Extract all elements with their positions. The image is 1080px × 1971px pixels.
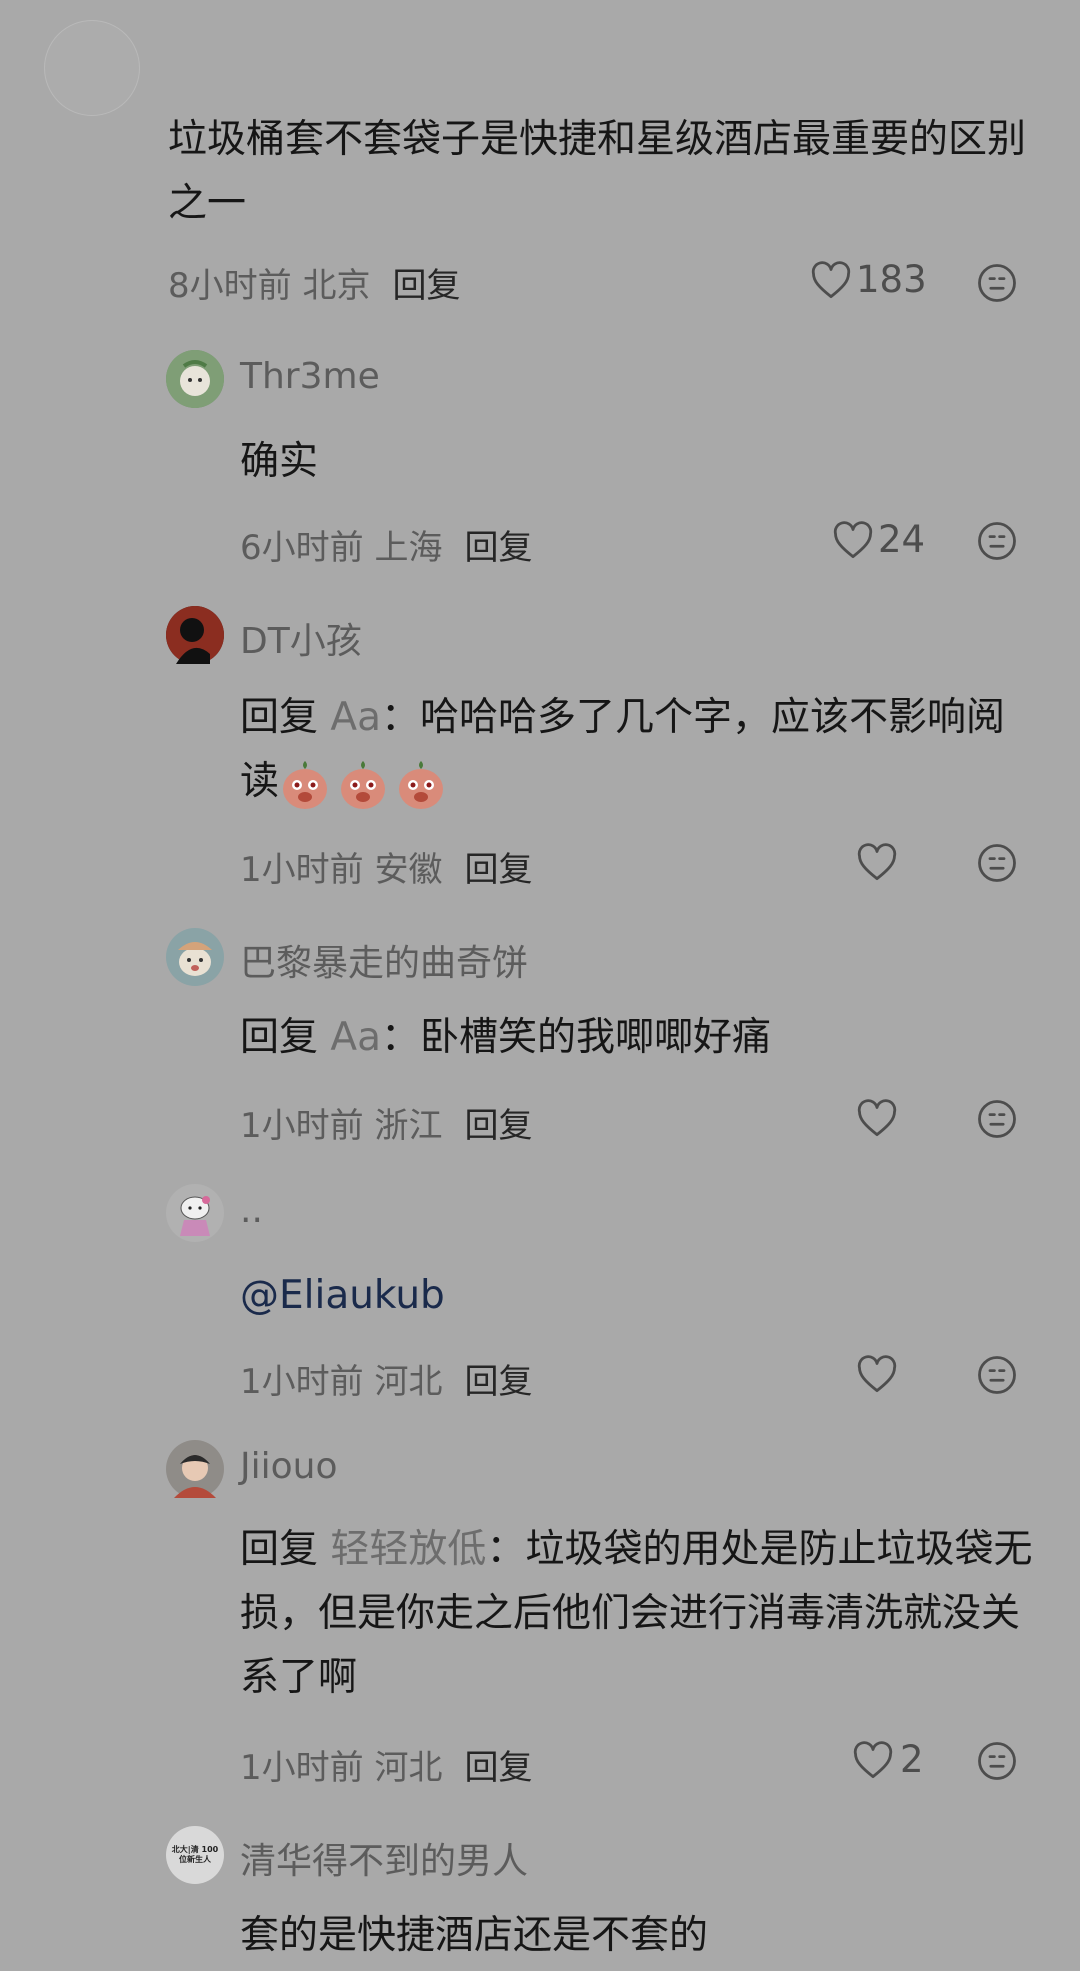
username[interactable]: 巴黎暴走的曲奇饼 [240, 934, 528, 986]
like-button[interactable]: 24 [832, 518, 925, 561]
smiley-face-icon[interactable] [976, 262, 1018, 304]
username[interactable]: 清华得不到的男人 [240, 1832, 528, 1884]
username[interactable]: .. [240, 1190, 263, 1231]
smiley-face-icon[interactable] [976, 842, 1018, 884]
mention-link[interactable]: @Eliaukub [240, 1264, 445, 1328]
comment-text: 套的是快捷酒店还是不套的 [240, 1913, 709, 1958]
smiley-face-icon[interactable] [976, 1098, 1018, 1140]
heart-outline-icon[interactable] [856, 842, 898, 882]
comments-screen: { "main_comment": { "text": "垃圾桶套不套袋子是快捷… [0, 0, 1080, 1971]
comment-meta-row: 1小时前 河北 回复 [240, 1354, 532, 1403]
heart-outline-icon[interactable] [856, 1098, 898, 1138]
reply-prefix: 回复 [240, 695, 319, 740]
comment-time-location: 1小时前 河北 [240, 1362, 443, 1402]
comment-text-block: 回复 Aa：哈哈哈多了几个字，应该不影响阅读 [240, 686, 1040, 814]
reply-target-username[interactable]: Aa [330, 695, 381, 740]
comment-time-location: 1小时前 河北 [240, 1748, 443, 1788]
avatar[interactable] [166, 1184, 224, 1242]
username[interactable]: Jiiouo [240, 1446, 338, 1487]
comment-text: ：卧槽笑的我唧唧好痛 [381, 1015, 772, 1060]
like-count: 2 [900, 1738, 924, 1781]
comment-time-location: 6小时前 上海 [240, 528, 443, 568]
reply-button[interactable]: 回复 [392, 258, 460, 307]
main-comment-meta-row: 8小时前 北京 回复 [168, 258, 460, 307]
like-button[interactable]: 183 [810, 258, 927, 301]
avatar[interactable] [166, 1440, 224, 1498]
reply-target-username[interactable]: Aa [330, 1015, 381, 1060]
emoji-stickers [279, 757, 447, 811]
comment-text-block: 回复 Aa：卧槽笑的我唧唧好痛 [240, 1006, 1040, 1070]
heart-outline-icon [832, 520, 874, 560]
comment-meta-row: 1小时前 河北 回复 [240, 1740, 532, 1789]
username[interactable]: Thr3me [240, 356, 380, 397]
reply-target-username[interactable]: 轻轻放低 [330, 1527, 486, 1572]
comment-text: 确实 [240, 439, 319, 484]
avatar-text: 北大|清 100位新生人 [171, 1845, 219, 1864]
main-comment-text: 垃圾桶套不套袋子是快捷和星级酒店最重要的区别之一 [168, 117, 1027, 226]
laughing-potato-emoji-icon [399, 760, 444, 809]
heart-outline-icon [852, 1740, 894, 1780]
comment-time-location: 8小时前 北京 [168, 266, 371, 306]
smiley-face-icon[interactable] [976, 1740, 1018, 1782]
heart-outline-icon [810, 260, 852, 300]
reply-button[interactable]: 回复 [464, 520, 532, 569]
avatar[interactable]: 北大|清 100位新生人 [166, 1826, 224, 1884]
comment-time-location: 1小时前 安徽 [240, 850, 443, 890]
comment-meta-row: 1小时前 浙江 回复 [240, 1098, 532, 1147]
avatar[interactable] [166, 606, 224, 664]
avatar[interactable] [166, 928, 224, 986]
username[interactable]: DT小孩 [240, 612, 362, 664]
like-button[interactable]: 2 [852, 1738, 924, 1781]
reply-prefix: 回复 [240, 1527, 319, 1572]
main-comment-avatar[interactable] [44, 20, 140, 116]
comment-meta-row: 6小时前 上海 回复 [240, 520, 532, 569]
comment-time-location: 1小时前 浙江 [240, 1106, 443, 1146]
reply-prefix: 回复 [240, 1015, 319, 1060]
like-count: 183 [856, 258, 927, 301]
reply-button[interactable]: 回复 [464, 1354, 532, 1403]
smiley-face-icon[interactable] [976, 520, 1018, 562]
comment-meta-row: 1小时前 安徽 回复 [240, 842, 532, 891]
reply-button[interactable]: 回复 [464, 1098, 532, 1147]
like-count: 24 [878, 518, 926, 561]
avatar[interactable] [166, 350, 224, 408]
laughing-potato-emoji-icon [283, 760, 328, 809]
reply-button[interactable]: 回复 [464, 1740, 532, 1789]
comment-text-block: 回复 轻轻放低：垃圾袋的用处是防止垃圾袋无损，但是你走之后他们会进行消毒清洗就没… [240, 1518, 1040, 1710]
smiley-face-icon[interactable] [976, 1354, 1018, 1396]
heart-outline-icon[interactable] [856, 1354, 898, 1394]
laughing-potato-emoji-icon [341, 760, 386, 809]
reply-button[interactable]: 回复 [464, 842, 532, 891]
